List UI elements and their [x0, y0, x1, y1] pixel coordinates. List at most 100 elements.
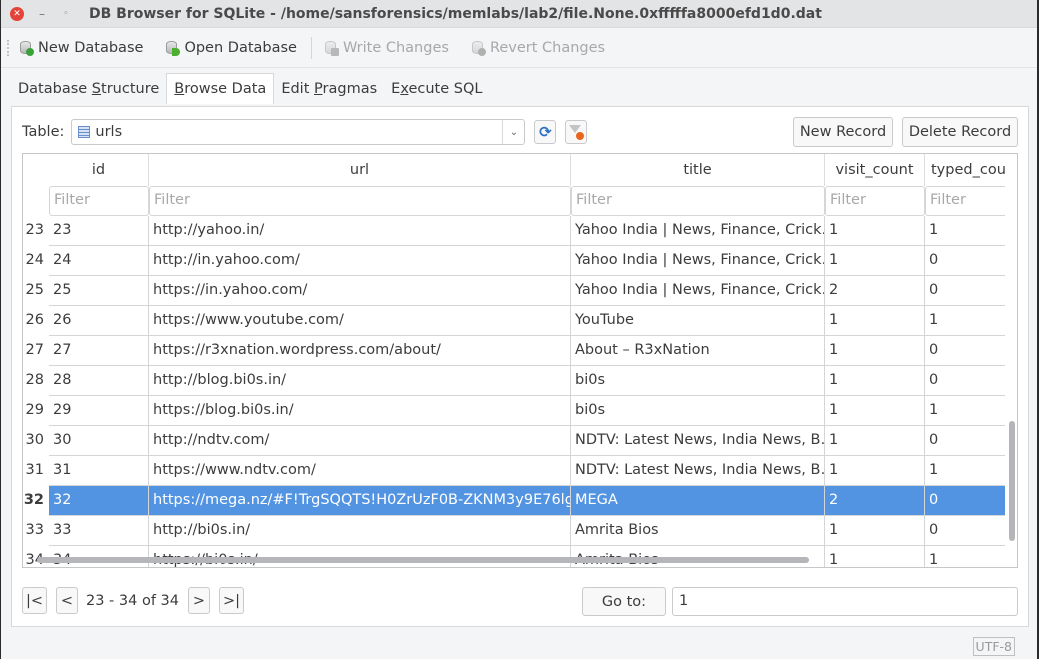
- goto-input[interactable]: 1: [672, 587, 1018, 616]
- cell-typed-count[interactable]: 1: [925, 306, 1007, 335]
- table-row[interactable]: 29 https://blog.bi0s.in/bi0s 1 1: [49, 396, 1007, 426]
- cell-id[interactable]: 29: [49, 396, 149, 425]
- row-number[interactable]: 27: [23, 336, 49, 365]
- cell-url[interactable]: https://in.yahoo.com/: [149, 276, 571, 305]
- minimize-window-button[interactable]: –: [35, 7, 49, 21]
- row-number[interactable]: 26: [23, 306, 49, 335]
- cell-url[interactable]: https://mega.nz/#F!TrgSQQTS!H0ZrUzF0B-ZK…: [149, 486, 571, 515]
- cell-typed-count[interactable]: 0: [925, 246, 1007, 275]
- cell-typed-count[interactable]: 0: [925, 336, 1007, 365]
- cell-title[interactable]: About – R3xNation: [571, 336, 825, 365]
- cell-typed-count[interactable]: 0: [925, 366, 1007, 395]
- open-database-button[interactable]: Open Database: [165, 40, 297, 56]
- cell-typed-count[interactable]: 0: [925, 486, 1007, 515]
- table-row-selected[interactable]: 32 https://mega.nz/#F!TrgSQQTS!H0ZrUzF0B-…: [49, 486, 1007, 516]
- table-row[interactable]: 27 https://r3xnation.wordpress.com/about/…: [49, 336, 1007, 366]
- cell-id[interactable]: 23: [49, 216, 149, 245]
- filter-title-input[interactable]: Filter: [571, 186, 825, 216]
- column-header-title[interactable]: title: [571, 154, 825, 186]
- prev-page-button[interactable]: <: [56, 587, 78, 614]
- cell-id[interactable]: 24: [49, 246, 149, 275]
- cell-url[interactable]: http://in.yahoo.com/: [149, 246, 571, 275]
- row-number[interactable]: 29: [23, 396, 49, 425]
- cell-id[interactable]: 31: [49, 456, 149, 485]
- table-row[interactable]: 30 http://ndtv.com/NDTV: Latest News, Ind…: [49, 426, 1007, 456]
- cell-typed-count[interactable]: 0: [925, 276, 1007, 305]
- cell-visit-count[interactable]: 1: [825, 246, 925, 275]
- table-row[interactable]: 23 http://yahoo.in/Yahoo India | News, Fi…: [49, 216, 1007, 246]
- cell-typed-count[interactable]: 1: [925, 456, 1007, 485]
- cell-typed-count[interactable]: 1: [925, 216, 1007, 245]
- cell-url[interactable]: http://blog.bi0s.in/: [149, 366, 571, 395]
- maximize-window-button[interactable]: ◦: [59, 7, 73, 21]
- cell-typed-count[interactable]: 1: [925, 546, 1007, 567]
- cell-visit-count[interactable]: 1: [825, 306, 925, 335]
- cell-visit-count[interactable]: 1: [825, 546, 925, 567]
- cell-visit-count[interactable]: 1: [825, 216, 925, 245]
- cell-visit-count[interactable]: 1: [825, 396, 925, 425]
- cell-url[interactable]: https://blog.bi0s.in/: [149, 396, 571, 425]
- table-row[interactable]: 24 http://in.yahoo.com/Yahoo India | News…: [49, 246, 1007, 276]
- cell-title[interactable]: Yahoo India | News, Finance, Crick…: [571, 216, 825, 245]
- row-number[interactable]: 25: [23, 276, 49, 305]
- row-number[interactable]: 33: [23, 516, 49, 545]
- toolbar-grip[interactable]: [7, 39, 11, 56]
- clear-filters-button[interactable]: [565, 120, 588, 144]
- column-header-typed-count[interactable]: typed_cou: [925, 154, 1007, 186]
- filter-id-input[interactable]: Filter: [49, 186, 149, 216]
- cell-visit-count[interactable]: 1: [825, 456, 925, 485]
- cell-visit-count[interactable]: 1: [825, 516, 925, 545]
- last-page-button[interactable]: >|: [219, 587, 244, 614]
- row-number[interactable]: 32: [23, 486, 49, 515]
- cell-url[interactable]: http://ndtv.com/: [149, 426, 571, 455]
- cell-id[interactable]: 26: [49, 306, 149, 335]
- tab-edit-pragmas[interactable]: Edit Pragmas: [274, 74, 384, 104]
- cell-title[interactable]: bi0s: [571, 366, 825, 395]
- next-page-button[interactable]: >: [188, 587, 210, 614]
- cell-typed-count[interactable]: 1: [925, 396, 1007, 425]
- row-number[interactable]: 31: [23, 456, 49, 485]
- delete-record-button[interactable]: Delete Record: [902, 117, 1018, 147]
- cell-url[interactable]: http://yahoo.in/: [149, 216, 571, 245]
- table-row[interactable]: 26 https://www.youtube.com/YouTube 1 1: [49, 306, 1007, 336]
- cell-visit-count[interactable]: 1: [825, 366, 925, 395]
- table-row[interactable]: 25 https://in.yahoo.com/Yahoo India | New…: [49, 276, 1007, 306]
- cell-title[interactable]: Amrita Bios: [571, 516, 825, 545]
- new-database-button[interactable]: New Database: [19, 40, 143, 56]
- cell-visit-count[interactable]: 2: [825, 276, 925, 305]
- table-select[interactable]: urls ⌄: [71, 119, 526, 145]
- cell-id[interactable]: 27: [49, 336, 149, 365]
- cell-visit-count[interactable]: 1: [825, 336, 925, 365]
- filter-typed-count-input[interactable]: Filter: [925, 186, 1007, 216]
- cell-id[interactable]: 32: [49, 486, 149, 515]
- new-record-button[interactable]: New Record: [793, 117, 893, 147]
- goto-button[interactable]: Go to:: [582, 587, 666, 616]
- column-header-id[interactable]: id: [49, 154, 149, 186]
- cell-typed-count[interactable]: 0: [925, 426, 1007, 455]
- cell-title[interactable]: Yahoo India | News, Finance, Crick…: [571, 276, 825, 305]
- revert-changes-button[interactable]: Revert Changes: [471, 40, 605, 56]
- close-window-button[interactable]: ✕: [10, 7, 24, 21]
- cell-url[interactable]: https://www.ndtv.com/: [149, 456, 571, 485]
- tab-execute-sql[interactable]: Execute SQL: [384, 74, 489, 104]
- horizontal-scrollbar-thumb[interactable]: [37, 557, 809, 563]
- column-header-visit-count[interactable]: visit_count: [825, 154, 925, 186]
- cell-title[interactable]: bi0s: [571, 396, 825, 425]
- table-row[interactable]: 28 http://blog.bi0s.in/bi0s 1 0: [49, 366, 1007, 396]
- row-number[interactable]: 28: [23, 366, 49, 395]
- cell-visit-count[interactable]: 2: [825, 486, 925, 515]
- cell-id[interactable]: 28: [49, 366, 149, 395]
- cell-id[interactable]: 33: [49, 516, 149, 545]
- cell-title[interactable]: NDTV: Latest News, India News, B…: [571, 456, 825, 485]
- cell-title[interactable]: YouTube: [571, 306, 825, 335]
- refresh-button[interactable]: ⟳: [534, 120, 557, 144]
- cell-url[interactable]: http://bi0s.in/: [149, 516, 571, 545]
- write-changes-button[interactable]: Write Changes: [324, 40, 449, 56]
- chevron-down-icon[interactable]: ⌄: [502, 120, 524, 144]
- table-row[interactable]: 31 https://www.ndtv.com/NDTV: Latest News…: [49, 456, 1007, 486]
- table-row[interactable]: 33 http://bi0s.in/Amrita Bios 1 0: [49, 516, 1007, 546]
- filter-visit-count-input[interactable]: Filter: [825, 186, 925, 216]
- cell-id[interactable]: 25: [49, 276, 149, 305]
- tab-browse-data[interactable]: Browse Data: [166, 73, 275, 104]
- cell-id[interactable]: 30: [49, 426, 149, 455]
